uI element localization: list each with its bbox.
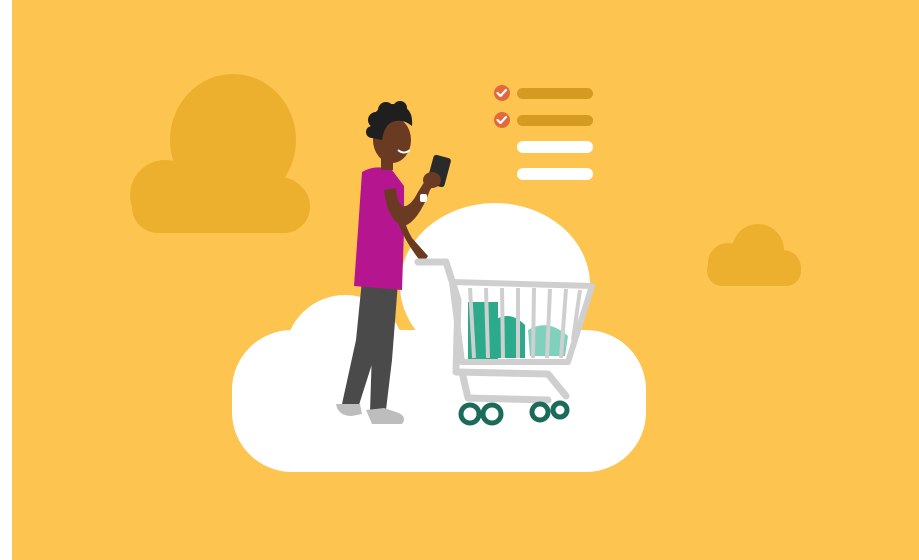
checklist-item — [517, 168, 593, 180]
checklist-item — [517, 141, 593, 153]
shopping-illustration — [12, 0, 919, 560]
